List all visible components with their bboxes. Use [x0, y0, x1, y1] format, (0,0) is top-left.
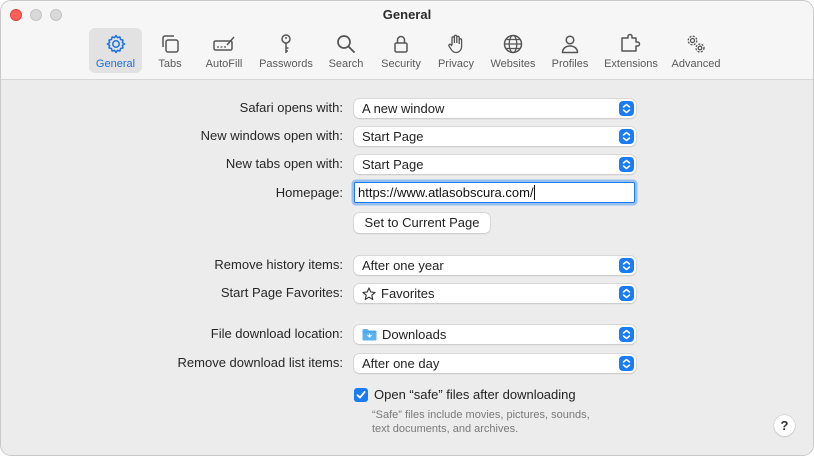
download-location-label: File download location: — [210, 326, 343, 341]
person-icon — [561, 35, 579, 54]
set-to-current-page-button[interactable]: Set to Current Page — [354, 213, 490, 233]
safe-files-hint: “Safe” files include movies, pictures, s… — [372, 408, 632, 436]
tab-websites[interactable]: Websites — [486, 28, 540, 73]
chevron-up-down-icon — [619, 101, 634, 116]
tab-label: Passwords — [259, 58, 313, 70]
puzzle-icon — [621, 33, 641, 52]
chevron-up-down-icon — [619, 327, 634, 342]
safari-opens-with-popup[interactable]: A new window — [354, 99, 636, 118]
hint-line: text documents, and archives. — [372, 423, 519, 435]
tab-label: AutoFill — [205, 58, 243, 70]
tab-label: Privacy — [437, 58, 475, 70]
tab-passwords[interactable]: Passwords — [255, 28, 317, 73]
tab-autofill[interactable]: AutoFill — [201, 28, 247, 73]
tab-tabs[interactable]: Tabs — [150, 28, 190, 73]
gear-icon — [106, 34, 125, 54]
popup-value: A new window — [362, 101, 445, 116]
text-caret — [533, 185, 535, 200]
tab-label: Extensions — [604, 58, 658, 70]
remove-history-label: Remove history items: — [214, 257, 343, 272]
preferences-toolbar: General Tabs AutoFill Passwords Search S… — [1, 28, 813, 74]
tab-label: General — [95, 58, 136, 70]
download-location-popup[interactable]: Downloads — [354, 325, 636, 344]
remove-download-items-label: Remove download list items: — [177, 355, 343, 370]
help-button[interactable]: ? — [774, 415, 795, 436]
homepage-field[interactable]: https://www.atlasobscura.com/ — [354, 182, 635, 203]
hand-icon — [448, 34, 463, 54]
tab-label: Search — [328, 58, 364, 70]
popup-value: Start Page — [362, 129, 424, 144]
tab-label: Advanced — [671, 58, 721, 70]
window-title: General — [382, 7, 432, 22]
popup-value: Downloads — [362, 327, 446, 342]
key-icon — [281, 34, 291, 53]
tab-general[interactable]: General — [89, 28, 142, 73]
tab-advanced[interactable]: Advanced — [668, 28, 724, 73]
remove-download-items-popup[interactable]: After one day — [354, 354, 636, 373]
tab-label: Websites — [490, 58, 536, 70]
open-safe-files-label[interactable]: Open “safe” files after downloading — [374, 387, 576, 402]
tab-extensions[interactable]: Extensions — [600, 28, 662, 73]
hint-line: “Safe” files include movies, pictures, s… — [372, 409, 590, 421]
chevron-up-down-icon — [619, 356, 634, 371]
globe-icon — [503, 34, 523, 54]
tab-security[interactable]: Security — [376, 28, 426, 73]
safari-opens-with-label: Safari opens with: — [239, 100, 343, 115]
tab-privacy[interactable]: Privacy — [433, 28, 479, 73]
lock-icon — [394, 35, 408, 53]
download-location-value: Downloads — [382, 327, 447, 342]
chevron-up-down-icon — [619, 129, 634, 144]
tab-search[interactable]: Search — [323, 28, 369, 73]
gears-icon — [687, 35, 705, 53]
favorites-value: Favorites — [381, 286, 435, 301]
remove-history-popup[interactable]: After one year — [354, 256, 636, 275]
popup-value: After one year — [362, 258, 444, 273]
tab-label: Profiles — [551, 58, 589, 70]
start-page-favorites-label: Start Page Favorites: — [220, 285, 343, 300]
tab-profiles[interactable]: Profiles — [546, 28, 594, 73]
popup-value: Favorites — [362, 286, 434, 301]
folder-icon — [362, 329, 377, 341]
autofill-icon — [213, 36, 235, 51]
search-icon — [337, 35, 355, 53]
popup-value: After one day — [362, 356, 440, 371]
chevron-up-down-icon — [619, 157, 634, 172]
preferences-window: General General Tabs AutoFill Passwords … — [0, 0, 814, 456]
chevron-up-down-icon — [619, 286, 634, 301]
tab-label: Tabs — [158, 58, 182, 70]
new-tabs-label: New tabs open with: — [225, 156, 343, 171]
star-icon — [362, 286, 376, 300]
checkmark-icon — [356, 391, 366, 399]
homepage-value: https://www.atlasobscura.com/ — [358, 185, 534, 200]
new-windows-popup[interactable]: Start Page — [354, 127, 636, 146]
open-safe-files-checkbox[interactable] — [354, 388, 368, 402]
new-tabs-popup[interactable]: Start Page — [354, 155, 636, 174]
new-windows-label: New windows open with: — [200, 128, 343, 143]
chevron-up-down-icon — [619, 258, 634, 273]
homepage-label: Homepage: — [275, 185, 343, 200]
tab-label: Security — [381, 58, 421, 70]
title-bar: General General Tabs AutoFill Passwords … — [1, 1, 813, 80]
tabs-icon — [162, 35, 179, 53]
start-page-favorites-popup[interactable]: Favorites — [354, 284, 636, 303]
popup-value: Start Page — [362, 157, 424, 172]
